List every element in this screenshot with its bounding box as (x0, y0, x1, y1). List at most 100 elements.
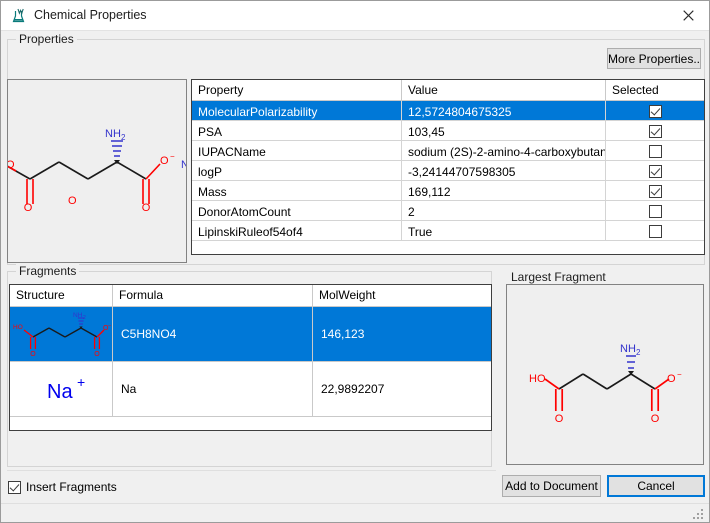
cell-property: IUPACName (192, 141, 402, 160)
svg-text:O: O (30, 351, 36, 358)
cell-formula: Na (113, 362, 313, 416)
cell-value: -3,24144707598305 (402, 161, 606, 180)
close-button[interactable] (665, 1, 710, 30)
beaker-w-icon (11, 8, 28, 25)
svg-text:O: O (651, 413, 660, 425)
title-bar: Chemical Properties (1, 1, 710, 31)
cell-property: LipinskiRuleof54of4 (192, 221, 402, 240)
cell-value: 169,112 (402, 181, 606, 200)
table-row[interactable]: LipinskiRuleof54of4 True (192, 221, 704, 241)
selected-checkbox[interactable] (649, 185, 662, 198)
table-row[interactable]: MolecularPolarizability 12,5724804675325 (192, 101, 704, 121)
svg-text:O: O (24, 202, 33, 214)
svg-text:O: O (142, 202, 151, 214)
table-row[interactable]: DonorAtomCount 2 (192, 201, 704, 221)
column-header-selected[interactable]: Selected (606, 80, 704, 100)
glutamate-skeletal-structure-svg: HO O O O − NH 2 (11, 308, 111, 360)
cell-selected[interactable] (606, 181, 704, 200)
chemical-properties-dialog: Chemical Properties Properties More Prop… (0, 0, 710, 523)
cell-property: Mass (192, 181, 402, 200)
svg-text:O: O (667, 373, 676, 385)
svg-text:O: O (555, 413, 564, 425)
cell-selected[interactable] (606, 141, 704, 160)
svg-text:NH: NH (105, 128, 121, 140)
footer-divider-left (7, 470, 496, 471)
selected-checkbox[interactable] (649, 205, 662, 218)
properties-table-filler (192, 241, 704, 255)
largest-fragment-panel[interactable]: HO O O O − NH 2 (506, 284, 704, 465)
table-row[interactable]: PSA 103,45 (192, 121, 704, 141)
svg-text:O: O (68, 195, 77, 207)
svg-text:2: 2 (83, 315, 86, 321)
table-row[interactable]: logP -3,24144707598305 (192, 161, 704, 181)
properties-group-label: Properties (16, 32, 77, 46)
resize-grip[interactable] (693, 506, 706, 519)
svg-text:2: 2 (636, 348, 641, 357)
fragments-table-filler (10, 417, 491, 431)
properties-table-header: Property Value Selected (192, 80, 704, 101)
cell-selected[interactable] (606, 221, 704, 240)
cell-value: 12,5724804675325 (402, 101, 606, 120)
column-header-structure[interactable]: Structure (10, 285, 113, 306)
table-row[interactable]: HO O O O − NH 2 C5H8NO4 146,123 (10, 307, 491, 362)
table-row[interactable]: Na + Na 22,9892207 (10, 362, 491, 417)
cell-value: True (402, 221, 606, 240)
svg-text:O: O (160, 155, 169, 167)
fragments-group-label: Fragments (16, 264, 79, 278)
selected-checkbox[interactable] (649, 105, 662, 118)
cell-property: MolecularPolarizability (192, 101, 402, 120)
selected-checkbox[interactable] (649, 145, 662, 158)
window-title: Chemical Properties (34, 8, 147, 22)
cell-selected[interactable] (606, 121, 704, 140)
column-header-value[interactable]: Value (402, 80, 606, 100)
svg-text:−: − (170, 152, 175, 161)
cell-property: logP (192, 161, 402, 180)
insert-fragments-checkbox[interactable]: Insert Fragments (8, 479, 117, 495)
svg-text:NH: NH (73, 312, 83, 319)
svg-text:O: O (94, 351, 100, 358)
column-header-formula[interactable]: Formula (113, 285, 313, 306)
selected-checkbox[interactable] (649, 165, 662, 178)
sodium-ion-structure-svg: Na + (11, 363, 111, 415)
selected-checkbox[interactable] (649, 125, 662, 138)
cell-structure: HO O O O − NH 2 (10, 307, 113, 361)
svg-text:O: O (7, 159, 15, 171)
cell-value: 2 (402, 201, 606, 220)
insert-fragments-checkbox-box[interactable] (8, 481, 21, 494)
table-row[interactable]: IUPACName sodium (2S)-2-amino-4-carboxyb… (192, 141, 704, 161)
svg-text:−: − (108, 323, 111, 329)
svg-text:HO: HO (13, 324, 23, 331)
cell-structure: Na + (10, 362, 113, 416)
add-to-document-button[interactable]: Add to Document (502, 475, 601, 497)
glutamic-acid-structure-svg: HO O O O − NH 2 (507, 285, 704, 465)
cell-value: sodium (2S)-2-amino-4-carboxybutanoate (402, 141, 606, 160)
cell-value: 103,45 (402, 121, 606, 140)
fragments-table[interactable]: Structure Formula MolWeight (9, 284, 492, 431)
insert-fragments-label: Insert Fragments (26, 480, 117, 494)
properties-table[interactable]: Property Value Selected MolecularPolariz… (191, 79, 705, 255)
structure-preview-panel[interactable]: O O O O O − NH 2 N (7, 79, 187, 263)
column-header-molweight[interactable]: MolWeight (313, 285, 491, 306)
cell-property: PSA (192, 121, 402, 140)
column-header-property[interactable]: Property (192, 80, 402, 100)
cell-selected[interactable] (606, 101, 704, 120)
cancel-button[interactable]: Cancel (607, 475, 705, 497)
cell-selected[interactable] (606, 201, 704, 220)
cell-molweight: 146,123 (313, 307, 491, 361)
svg-text:+: + (77, 374, 85, 390)
sodium-glutamate-structure-svg: O O O O O − NH 2 N (8, 80, 187, 263)
more-properties-button[interactable]: More Properties.. (607, 48, 701, 69)
table-row[interactable]: Mass 169,112 (192, 181, 704, 201)
largest-fragment-group-label: Largest Fragment (508, 270, 609, 284)
footer-divider-bottom (1, 503, 710, 504)
cell-molweight: 22,9892207 (313, 362, 491, 416)
svg-text:−: − (677, 370, 682, 379)
cell-property: DonorAtomCount (192, 201, 402, 220)
fragments-table-header: Structure Formula MolWeight (10, 285, 491, 307)
svg-text:N: N (181, 159, 187, 171)
cell-selected[interactable] (606, 161, 704, 180)
cell-formula: C5H8NO4 (113, 307, 313, 361)
svg-text:NH: NH (620, 343, 636, 355)
svg-text:2: 2 (121, 133, 126, 142)
selected-checkbox[interactable] (649, 225, 662, 238)
